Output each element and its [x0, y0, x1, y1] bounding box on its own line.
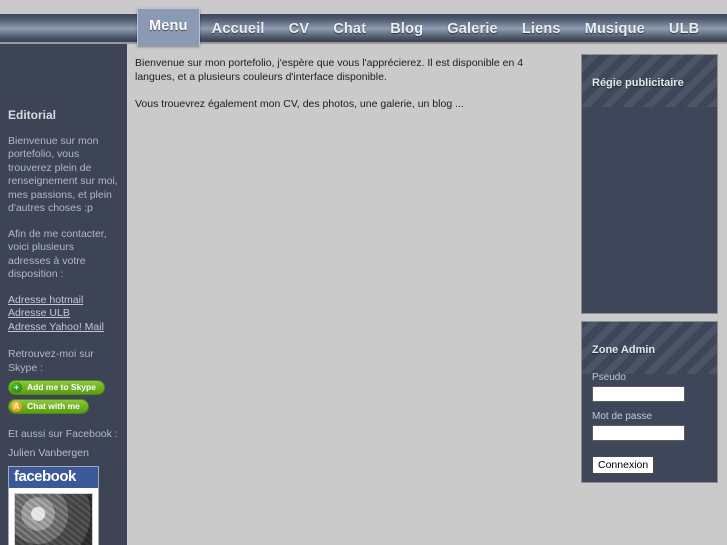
sidebar-heading-editorial: Editorial — [8, 108, 57, 122]
advertising-panel-title: Régie publicitaire — [592, 77, 684, 89]
facebook-profile-photo — [14, 492, 93, 545]
skype-chat-with-me-button[interactable]: A Chat with me — [8, 399, 89, 414]
page-root: Menu Accueil CV Chat Blog Galerie Liens … — [0, 0, 727, 545]
advertising-panel: Régie publicitaire — [581, 54, 718, 314]
nav-item-galerie[interactable]: Galerie — [435, 14, 510, 44]
password-input[interactable] — [592, 425, 685, 441]
sidebar-paragraph-contact: Afin de me contacter, voici plusieurs ad… — [8, 227, 107, 281]
left-sidebar: Editorial Bienvenue sur mon portefolio, … — [0, 44, 127, 545]
admin-login-form: Pseudo Mot de passe Connexion — [582, 356, 717, 474]
facebook-logo: facebook — [9, 467, 98, 488]
password-label: Mot de passe — [592, 411, 653, 422]
sidebar-facebook-username: Julien Vanbergen — [8, 446, 89, 459]
sidebar-link-hotmail[interactable]: Adresse hotmail — [8, 294, 119, 308]
nav-item-cv[interactable]: CV — [277, 14, 322, 44]
right-column: Régie publicitaire Zone Admin Pseudo Mot… — [581, 54, 718, 490]
pseudo-label: Pseudo — [592, 372, 626, 383]
sidebar-link-ulb[interactable]: Adresse ULB — [8, 307, 119, 321]
pseudo-input[interactable] — [592, 386, 685, 402]
nav-item-ulb[interactable]: ULB — [657, 14, 711, 44]
login-submit-button[interactable]: Connexion — [592, 456, 655, 474]
top-strip — [0, 0, 727, 14]
nav-item-chat[interactable]: Chat — [321, 14, 378, 44]
sidebar-facebook-intro: Et aussi sur Facebook : — [8, 428, 118, 440]
admin-login-panel: Zone Admin Pseudo Mot de passe Connexion — [581, 321, 718, 483]
admin-panel-title: Zone Admin — [592, 344, 656, 356]
main-navigation-bar: Menu Accueil CV Chat Blog Galerie Liens … — [0, 8, 727, 46]
skype-add-me-button[interactable]: + Add me to Skype — [8, 380, 105, 395]
main-paragraph-features: Vous trouevrez également mon CV, des pho… — [135, 98, 464, 110]
sidebar-link-yahoo[interactable]: Adresse Yahoo! Mail — [8, 321, 119, 335]
nav-item-blog[interactable]: Blog — [378, 14, 435, 44]
skype-chat-label: Chat with me — [27, 400, 80, 411]
nav-item-menu[interactable]: Menu — [137, 8, 200, 46]
skype-add-me-label: Add me to Skype — [27, 381, 96, 392]
nav-item-liens[interactable]: Liens — [510, 14, 573, 44]
nav-item-list: Menu Accueil CV Chat Blog Galerie Liens … — [137, 8, 711, 46]
sidebar-skype-intro: Retrouvez-moi sur Skype : — [8, 348, 94, 374]
sidebar-paragraph-intro: Bienvenue sur mon portefolio, vous trouv… — [8, 134, 118, 215]
main-paragraph-welcome: Bienvenue sur mon portefolio, j'espère q… — [135, 57, 524, 83]
main-content: Bienvenue sur mon portefolio, j'espère q… — [130, 46, 575, 481]
nav-item-accueil[interactable]: Accueil — [200, 14, 277, 44]
skype-status-icon: A — [11, 401, 22, 412]
plus-circle-icon: + — [11, 382, 22, 393]
nav-item-musique[interactable]: Musique — [573, 14, 657, 44]
facebook-badge[interactable]: facebook Name: Julien Vanbergen — [8, 466, 99, 545]
